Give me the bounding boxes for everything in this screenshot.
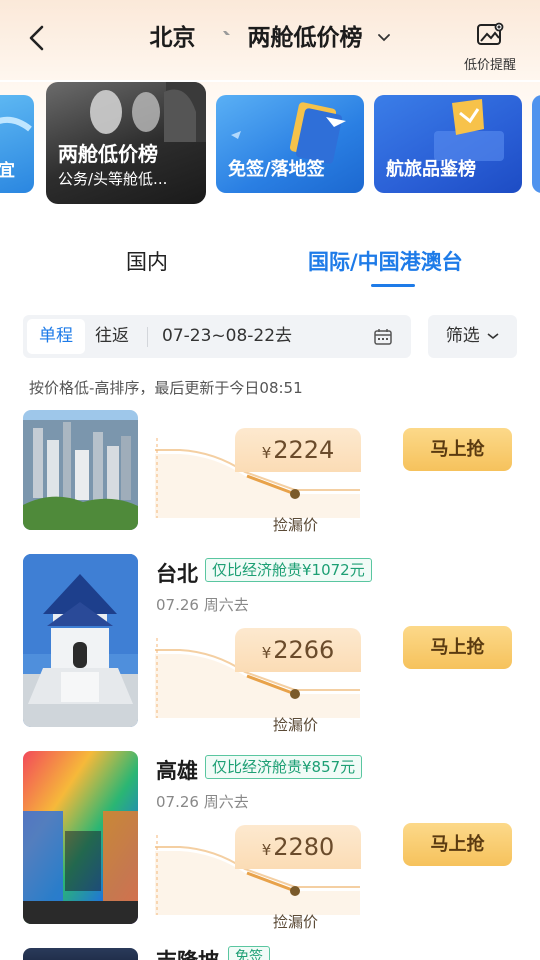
grab-button[interactable]: 马上抢 — [403, 626, 512, 669]
price-value: ¥2280 — [235, 825, 361, 869]
page-title: 两舱低价榜 — [247, 25, 363, 51]
category-card-travel-ranking[interactable]: 航旅品鉴榜 — [374, 95, 522, 193]
destination-image — [23, 751, 138, 924]
category-card-premium-cabin[interactable]: 两舱低价榜 公务/头等舱低... — [46, 82, 206, 204]
grab-button[interactable]: 马上抢 — [403, 823, 512, 866]
departure-date: 07.26 周六去 — [156, 793, 249, 811]
chevron-down-icon — [377, 22, 391, 48]
destination-image — [23, 410, 138, 530]
destination-city: 高雄 — [156, 759, 198, 783]
category-strip: 宜 两舱低价榜 公务/头等舱低... 免签/落地签 航旅品鉴榜 — [0, 82, 540, 206]
filter-button[interactable]: 筛选 — [428, 315, 517, 358]
page-header: 北京 两舱低价榜 低价提醒 — [0, 0, 540, 80]
trip-filter-bar: 单程 往返 07-23~08-22去 — [23, 315, 411, 358]
price-alert-label: 低价提醒 — [463, 58, 516, 73]
departure-date: 07.26 周六去 — [156, 596, 249, 614]
grab-button[interactable]: 马上抢 — [403, 428, 512, 471]
price-label: 捡漏价 — [273, 516, 319, 534]
list-item[interactable]: 台北 仅比经济舱贵¥1072元 07.26 周六去 ¥2266 捡漏价 马上抢 — [0, 554, 540, 734]
date-range-selector[interactable]: 07-23~08-22去 — [162, 319, 292, 354]
price-chart: ¥2280 捡漏价 — [155, 825, 365, 933]
destination-city: 吉隆坡 — [156, 945, 219, 960]
price-alert-button[interactable]: 低价提醒 — [458, 22, 522, 73]
list-item[interactable]: 高雄 仅比经济舱贵¥857元 07.26 周六去 ¥2280 捡漏价 马上抢 — [0, 751, 540, 931]
category-card-visa[interactable]: 免签/落地签 — [216, 95, 364, 193]
divider — [147, 327, 148, 347]
category-card-partial[interactable]: 宜 — [0, 95, 34, 193]
region-tabs: 国内 国际/中国港澳台 — [0, 230, 540, 294]
chevron-down-icon — [487, 333, 499, 340]
price-diff-badge: 仅比经济舱贵¥857元 — [205, 755, 363, 779]
destination-city: 台北 — [156, 562, 198, 586]
tab-domestic[interactable]: 国内 — [126, 246, 168, 276]
tab-international[interactable]: 国际/中国港澳台 — [308, 246, 463, 276]
currency-symbol: ¥ — [261, 841, 272, 859]
category-card-partial[interactable] — [532, 95, 540, 193]
price-label: 捡漏价 — [273, 716, 319, 734]
category-label: 宜 — [0, 161, 15, 181]
origin-city: 北京 — [149, 25, 196, 51]
round-trip-toggle[interactable]: 往返 — [95, 319, 129, 354]
destination-image — [23, 948, 138, 960]
sort-note: 按价格低-高排序，最后更新于今日08:51 — [29, 379, 303, 397]
image-alert-icon — [476, 22, 504, 52]
featured-category-title: 两舱低价榜 — [58, 142, 158, 166]
filter-label: 筛选 — [445, 326, 480, 346]
price-diff-badge: 仅比经济舱贵¥1072元 — [205, 558, 372, 582]
currency-symbol: ¥ — [261, 444, 272, 462]
destination-image — [23, 554, 138, 727]
featured-category-subtitle: 公务/头等舱低... — [58, 170, 168, 188]
visa-badge: 免签 — [228, 946, 270, 960]
price-value: ¥2266 — [235, 628, 361, 672]
active-tab-indicator — [371, 284, 415, 287]
price-chart: ¥2224 捡漏价 — [155, 428, 365, 536]
price-value: ¥2224 — [235, 428, 361, 472]
price-label: 捡漏价 — [273, 913, 319, 931]
plane-arrow-icon — [211, 27, 231, 43]
calendar-icon[interactable] — [373, 327, 393, 347]
price-chart: ¥2266 捡漏价 — [155, 628, 365, 736]
category-label: 航旅品鉴榜 — [386, 159, 476, 180]
category-label: 免签/落地签 — [228, 159, 325, 180]
one-way-toggle[interactable]: 单程 — [27, 319, 85, 354]
currency-symbol: ¥ — [261, 644, 272, 662]
